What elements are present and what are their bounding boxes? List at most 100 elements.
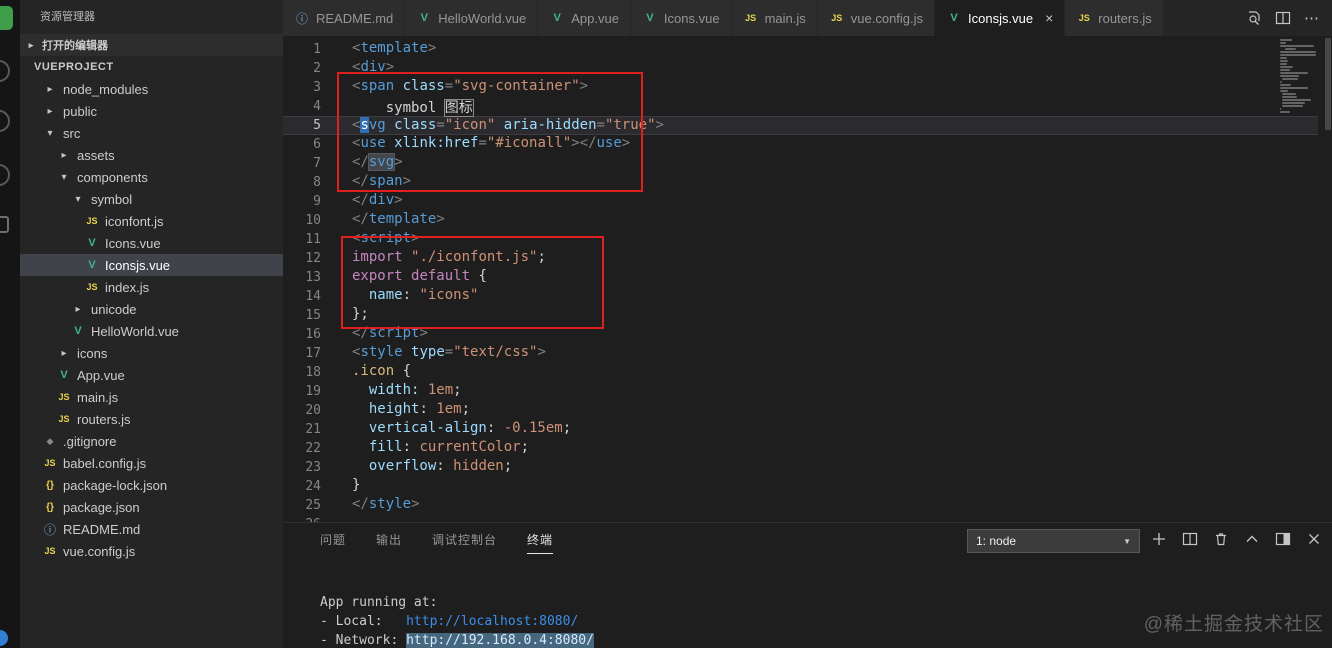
activity-bar-logo-icon[interactable] (0, 6, 13, 30)
line-number[interactable]: 16 (283, 325, 321, 344)
code-line[interactable]: </div> (283, 192, 1318, 211)
tree-item-App.vue[interactable]: V App.vue (20, 364, 283, 386)
tree-item-label: components (77, 169, 148, 185)
tree-item-Iconsjs.vue[interactable]: V Iconsjs.vue (20, 254, 283, 276)
line-number[interactable]: 2 (283, 59, 321, 78)
line-number[interactable]: 12 (283, 249, 321, 268)
tree-item-vue.config.js[interactable]: JS vue.config.js (20, 540, 283, 562)
minimap[interactable] (1280, 39, 1322, 117)
line-number[interactable]: 19 (283, 382, 321, 401)
tree-item-package.json[interactable]: {} package.json (20, 496, 283, 518)
code-line[interactable]: vertical-align: -0.15em; (283, 420, 1318, 439)
activity-bar-icon[interactable] (0, 216, 9, 233)
tree-item-public[interactable]: ▸ public (20, 100, 283, 122)
code-line[interactable] (283, 515, 1318, 522)
panel-tab-终端[interactable]: 终端 (527, 527, 554, 554)
tab-main.js[interactable]: JS main.js (731, 0, 818, 36)
line-number[interactable]: 26 (283, 515, 321, 522)
tree-item-main.js[interactable]: JS main.js (20, 386, 283, 408)
tree-item-HelloWorld.vue[interactable]: V HelloWorld.vue (20, 320, 283, 342)
new-terminal-icon[interactable] (1151, 531, 1167, 547)
tree-item-symbol[interactable]: ▾ symbol (20, 188, 283, 210)
tree-item-routers.js[interactable]: JS routers.js (20, 408, 283, 430)
code-line[interactable]: overflow: hidden; (283, 458, 1318, 477)
line-number[interactable]: 22 (283, 439, 321, 458)
tree-item-assets[interactable]: ▸ assets (20, 144, 283, 166)
terminal-url-link[interactable]: http://localhost:8080/ (406, 614, 578, 629)
panel-tab-输出[interactable]: 输出 (376, 527, 402, 553)
code-line[interactable]: width: 1em; (283, 382, 1318, 401)
scrollbar-thumb[interactable] (1325, 38, 1331, 130)
tree-item-index.js[interactable]: JS index.js (20, 276, 283, 298)
tab-README.md[interactable]: ⓘ README.md (283, 0, 406, 36)
tab-HelloWorld.vue[interactable]: V HelloWorld.vue (405, 0, 539, 36)
terminal-output[interactable]: App running at: - Local: http://localhost… (320, 593, 594, 648)
code-line[interactable]: fill: currentColor; (283, 439, 1318, 458)
line-number[interactable]: 8 (283, 173, 321, 192)
line-number[interactable]: 9 (283, 192, 321, 211)
line-number[interactable]: 11 (283, 230, 321, 249)
tab-App.vue[interactable]: V App.vue (538, 0, 631, 36)
tree-item-node_modules[interactable]: ▸ node_modules (20, 78, 283, 100)
line-number[interactable]: 23 (283, 458, 321, 477)
activity-bar-icon[interactable] (0, 630, 8, 646)
line-number[interactable]: 25 (283, 496, 321, 515)
line-number[interactable]: 18 (283, 363, 321, 382)
line-number[interactable]: 10 (283, 211, 321, 230)
activity-bar-icon[interactable] (0, 110, 10, 132)
open-editors-section[interactable]: ▸ 打开的编辑器 (20, 34, 283, 56)
tab-routers.js[interactable]: JS routers.js (1065, 0, 1164, 36)
line-number[interactable]: 1 (283, 40, 321, 59)
code-line[interactable]: } (283, 477, 1318, 496)
line-number[interactable]: 13 (283, 268, 321, 287)
line-number[interactable]: 21 (283, 420, 321, 439)
code-line[interactable]: .icon { (283, 363, 1318, 382)
split-editor-icon[interactable] (1275, 10, 1291, 26)
tree-item-babel.config.js[interactable]: JS babel.config.js (20, 452, 283, 474)
close-tab-icon[interactable]: × (1045, 11, 1053, 25)
line-number[interactable]: 15 (283, 306, 321, 325)
line-number[interactable]: 17 (283, 344, 321, 363)
code-line[interactable]: height: 1em; (283, 401, 1318, 420)
project-section-header[interactable]: VUEPROJECT (20, 56, 283, 78)
line-number[interactable]: 20 (283, 401, 321, 420)
maximize-panel-icon[interactable] (1244, 531, 1260, 547)
line-number[interactable]: 24 (283, 477, 321, 496)
more-actions-icon[interactable]: ⋯ (1304, 9, 1320, 27)
line-number[interactable]: 14 (283, 287, 321, 306)
line-number[interactable]: 3 (283, 78, 321, 97)
code-editor[interactable]: <template> <div> <span class="svg-containe… (283, 36, 1332, 522)
terminal-url-link[interactable]: http://192.168.0.4:8080/ (406, 633, 594, 648)
tree-item-components[interactable]: ▾ components (20, 166, 283, 188)
tree-item-.gitignore[interactable]: ◆ .gitignore (20, 430, 283, 452)
tab-vue.config.js[interactable]: JS vue.config.js (817, 0, 936, 36)
split-terminal-icon[interactable] (1182, 531, 1198, 547)
tree-item-icons[interactable]: ▸ icons (20, 342, 283, 364)
tree-item-unicode[interactable]: ▸ unicode (20, 298, 283, 320)
tree-item-README.md[interactable]: ⓘ README.md (20, 518, 283, 540)
line-number[interactable]: 6 (283, 135, 321, 154)
code-line[interactable]: <style type="text/css"> (283, 344, 1318, 363)
line-number[interactable]: 4 (283, 97, 321, 116)
open-changes-icon[interactable] (1246, 10, 1262, 26)
code-line[interactable]: </style> (283, 496, 1318, 515)
tree-item-Icons.vue[interactable]: V Icons.vue (20, 232, 283, 254)
code-line[interactable]: <template> (283, 40, 1318, 59)
tree-item-package-lock.json[interactable]: {} package-lock.json (20, 474, 283, 496)
code-line[interactable]: </template> (283, 211, 1318, 230)
close-panel-icon[interactable] (1306, 531, 1322, 547)
activity-bar-icon[interactable] (0, 164, 10, 186)
panel-layout-icon[interactable] (1275, 531, 1291, 547)
panel-tab-问题[interactable]: 问题 (320, 527, 346, 553)
editor-scrollbar[interactable] (1324, 36, 1332, 522)
activity-bar-icon[interactable] (0, 60, 10, 82)
line-number[interactable]: 7 (283, 154, 321, 173)
terminal-process-select[interactable]: 1: node ▼ (967, 529, 1140, 553)
tree-item-src[interactable]: ▾ src (20, 122, 283, 144)
kill-terminal-trash-icon[interactable] (1213, 531, 1229, 547)
line-number[interactable]: 5 (283, 116, 321, 135)
tab-Icons.vue[interactable]: V Icons.vue (630, 0, 732, 36)
tab-Iconsjs.vue[interactable]: V Iconsjs.vue × (935, 0, 1066, 36)
panel-tab-调试控制台[interactable]: 调试控制台 (432, 527, 497, 553)
tree-item-iconfont.js[interactable]: JS iconfont.js (20, 210, 283, 232)
